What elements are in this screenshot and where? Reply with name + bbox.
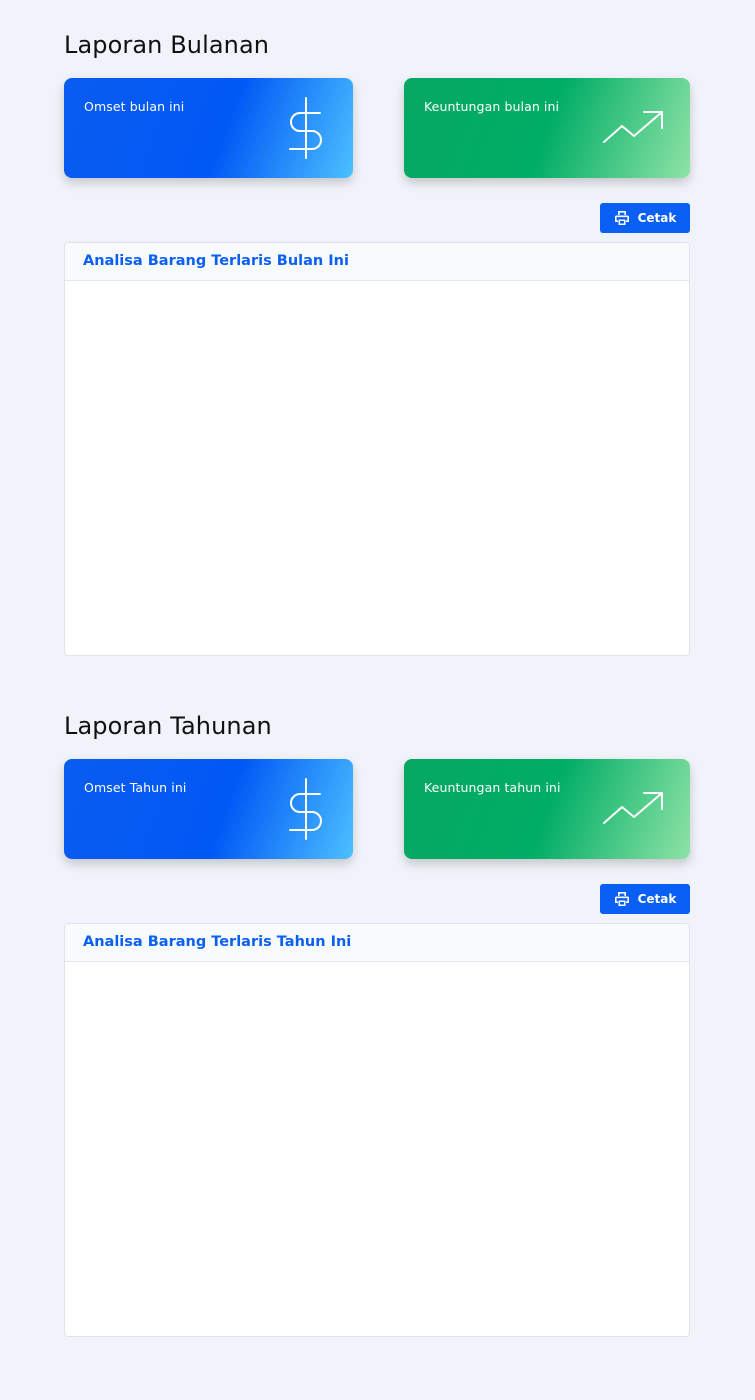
yearly-revenue-card: Omset Tahun ini [64, 759, 353, 859]
monthly-analysis-body [65, 281, 689, 655]
yearly-print-label: Cetak [637, 892, 677, 906]
monthly-toolbar: Cetak [64, 203, 690, 233]
dollar-icon [289, 97, 322, 159]
yearly-toolbar: Cetak [64, 884, 690, 914]
yearly-print-button[interactable]: Cetak [600, 884, 690, 914]
yearly-analysis-title: Analisa Barang Terlaris Tahun Ini [65, 924, 689, 962]
yearly-analysis-panel: Analisa Barang Terlaris Tahun Ini [64, 923, 690, 1337]
yearly-report-section: Laporan Tahunan Omset Tahun ini Keuntung… [64, 710, 690, 1337]
yearly-profit-card: Keuntungan tahun ini [404, 759, 690, 859]
monthly-print-label: Cetak [637, 211, 677, 225]
monthly-analysis-title: Analisa Barang Terlaris Bulan Ini [65, 243, 689, 281]
yearly-revenue-label: Omset Tahun ini [84, 780, 187, 795]
yearly-report-title: Laporan Tahunan [64, 712, 272, 740]
monthly-report-title: Laporan Bulanan [64, 31, 270, 59]
monthly-profit-card: Keuntungan bulan ini [404, 78, 690, 178]
monthly-report-section: Laporan Bulanan Omset bulan ini Keuntung… [64, 29, 690, 656]
dollar-icon [289, 778, 322, 840]
printer-icon [614, 211, 629, 225]
monthly-profit-label: Keuntungan bulan ini [424, 99, 560, 114]
yearly-profit-label: Keuntungan tahun ini [424, 780, 561, 795]
trending-up-icon [603, 111, 663, 143]
monthly-analysis-panel: Analisa Barang Terlaris Bulan Ini [64, 242, 690, 656]
monthly-revenue-label: Omset bulan ini [84, 99, 185, 114]
trending-up-icon [603, 792, 663, 824]
printer-icon [614, 892, 629, 906]
monthly-summary-cards: Omset bulan ini Keuntungan bulan ini [64, 78, 690, 178]
yearly-summary-cards: Omset Tahun ini Keuntungan tahun ini [64, 759, 690, 859]
yearly-analysis-body [65, 962, 689, 1336]
monthly-revenue-card: Omset bulan ini [64, 78, 353, 178]
monthly-print-button[interactable]: Cetak [600, 203, 690, 233]
